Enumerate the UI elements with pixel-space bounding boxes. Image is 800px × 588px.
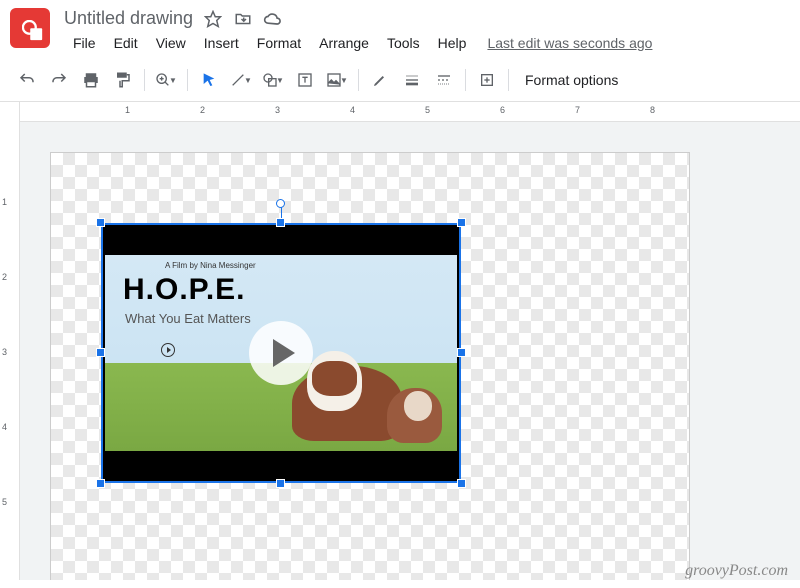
menu-arrange[interactable]: Arrange xyxy=(310,31,378,55)
drawing-canvas[interactable]: A Film by Nina Messinger H.O.P.E. What Y… xyxy=(50,152,690,580)
small-play-icon xyxy=(161,343,175,357)
workspace: 1 2 3 4 5 1 2 3 4 5 6 7 8 A Film by Nina… xyxy=(0,102,800,580)
video-title: H.O.P.E. xyxy=(123,273,246,307)
ruler-tick: 3 xyxy=(275,105,280,115)
horizontal-ruler[interactable]: 1 2 3 4 5 6 7 8 xyxy=(20,102,800,122)
ruler-tick: 2 xyxy=(2,272,7,282)
ruler-tick: 4 xyxy=(350,105,355,115)
document-title[interactable]: Untitled drawing xyxy=(64,8,193,29)
resize-handle-mr[interactable] xyxy=(457,348,466,357)
menu-tools[interactable]: Tools xyxy=(378,31,429,55)
resize-handle-tm[interactable] xyxy=(276,218,285,227)
app-logo[interactable] xyxy=(10,8,50,48)
border-dash-button[interactable] xyxy=(429,65,459,95)
ruler-tick: 1 xyxy=(125,105,130,115)
ruler-tick: 8 xyxy=(650,105,655,115)
redo-button[interactable] xyxy=(44,65,74,95)
ruler-tick: 2 xyxy=(200,105,205,115)
resize-handle-tr[interactable] xyxy=(457,218,466,227)
ruler-tick: 3 xyxy=(2,347,7,357)
video-preview: A Film by Nina Messinger H.O.P.E. What Y… xyxy=(105,255,457,451)
format-options-button[interactable]: Format options xyxy=(515,68,628,92)
menu-format[interactable]: Format xyxy=(248,31,310,55)
toolbar: ▼ ▼ ▼ ▼ Format options xyxy=(0,59,800,102)
menu-help[interactable]: Help xyxy=(429,31,476,55)
image-button[interactable]: ▼ xyxy=(322,65,352,95)
toolbar-separator xyxy=(144,69,145,91)
ruler-tick: 1 xyxy=(2,197,7,207)
header: Untitled drawing File Edit View Insert F… xyxy=(0,0,800,59)
more-button[interactable] xyxy=(472,65,502,95)
shape-tool-button[interactable]: ▼ xyxy=(258,65,288,95)
resize-handle-tl[interactable] xyxy=(96,218,105,227)
play-button-icon[interactable] xyxy=(249,321,313,385)
ruler-tick: 6 xyxy=(500,105,505,115)
ruler-tick: 5 xyxy=(425,105,430,115)
line-tool-button[interactable]: ▼ xyxy=(226,65,256,95)
cloud-status-icon[interactable] xyxy=(263,9,283,29)
star-icon[interactable] xyxy=(203,9,223,29)
selection-border: A Film by Nina Messinger H.O.P.E. What Y… xyxy=(101,223,461,483)
toolbar-separator xyxy=(508,69,509,91)
menu-edit[interactable]: Edit xyxy=(105,31,147,55)
resize-handle-ml[interactable] xyxy=(96,348,105,357)
move-to-folder-icon[interactable] xyxy=(233,9,253,29)
menu-view[interactable]: View xyxy=(147,31,195,55)
resize-handle-bm[interactable] xyxy=(276,479,285,488)
select-tool-button[interactable] xyxy=(194,65,224,95)
selected-video-object[interactable]: A Film by Nina Messinger H.O.P.E. What Y… xyxy=(101,223,461,483)
zoom-button[interactable]: ▼ xyxy=(151,65,181,95)
toolbar-separator xyxy=(358,69,359,91)
resize-handle-br[interactable] xyxy=(457,479,466,488)
edit-status-link[interactable]: Last edit was seconds ago xyxy=(487,35,652,51)
border-color-button[interactable] xyxy=(365,65,395,95)
ruler-tick: 5 xyxy=(2,497,7,507)
resize-handle-bl[interactable] xyxy=(96,479,105,488)
ruler-tick: 4 xyxy=(2,422,7,432)
print-button[interactable] xyxy=(76,65,106,95)
toolbar-separator xyxy=(187,69,188,91)
menu-insert[interactable]: Insert xyxy=(195,31,248,55)
vertical-ruler[interactable]: 1 2 3 4 5 xyxy=(0,102,20,580)
canvas-area[interactable]: A Film by Nina Messinger H.O.P.E. What Y… xyxy=(20,122,800,580)
undo-button[interactable] xyxy=(12,65,42,95)
border-weight-button[interactable] xyxy=(397,65,427,95)
video-byline: A Film by Nina Messinger xyxy=(165,261,256,270)
video-subtitle: What You Eat Matters xyxy=(125,311,251,326)
toolbar-separator xyxy=(465,69,466,91)
ruler-tick: 7 xyxy=(575,105,580,115)
watermark: groovyPost.com xyxy=(685,562,788,580)
menu-file[interactable]: File xyxy=(64,31,105,55)
text-box-button[interactable] xyxy=(290,65,320,95)
menu-bar: File Edit View Insert Format Arrange Too… xyxy=(64,31,790,55)
paint-format-button[interactable] xyxy=(108,65,138,95)
rotation-handle[interactable] xyxy=(276,199,285,208)
